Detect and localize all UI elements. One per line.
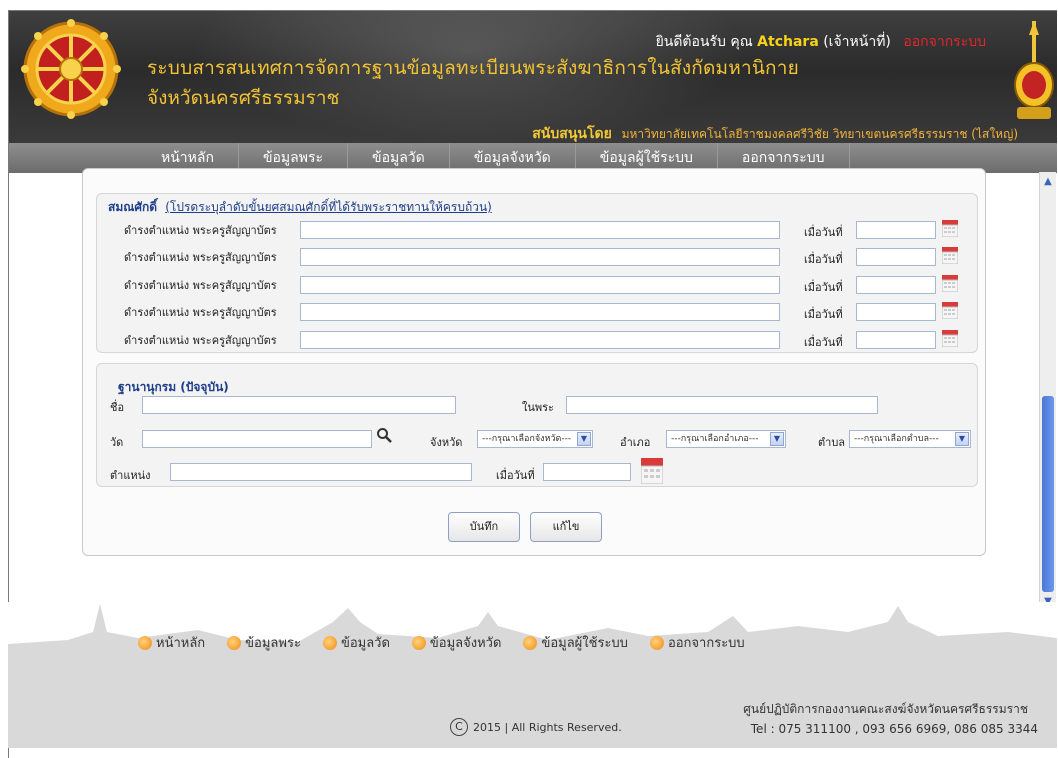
position-date-label: เมื่อวันที่ (496, 469, 535, 482)
contact-tel: Tel : 075 311100 , 093 656 6969, 086 085… (750, 722, 1038, 736)
rank-date-input[interactable] (856, 221, 936, 239)
footer-link-label: หน้าหลัก (156, 636, 206, 651)
calendar-icon[interactable] (942, 330, 958, 347)
subdistrict-select[interactable]: ---กรุณาเลือกตำบล--- ▼ (849, 430, 971, 448)
district-select[interactable]: ---กรุณาเลือกอำเภอ--- ▼ (666, 430, 786, 448)
district-select-value: ---กรุณาเลือกอำเภอ--- (671, 434, 759, 444)
calendar-icon[interactable] (942, 220, 958, 237)
position-date-input[interactable] (543, 463, 631, 481)
scroll-thumb[interactable] (1042, 396, 1054, 592)
username: Atchara (757, 34, 819, 50)
save-button[interactable]: บันทึก (448, 512, 520, 542)
support-org: มหาวิทยาลัยเทคโนโลยีราชมงคลศรีวิชัย วิทย… (621, 127, 1018, 141)
support-credit: สนับสนุนโดย มหาวิทยาลัยเทคโนโลยีราชมงคลศ… (532, 123, 1018, 143)
calendar-icon[interactable] (942, 275, 958, 292)
user-role: (เจ้าหน้าที่) (823, 34, 891, 50)
dharma-wheel-icon (21, 19, 121, 119)
calendar-icon[interactable] (942, 247, 958, 264)
rank-section-note[interactable]: (โปรดระบุลำดับขั้นยศสมณศักดิ์ที่ได้รับพร… (165, 200, 492, 214)
rank-date-label: เมื่อวันที่ (804, 253, 843, 266)
in-input[interactable] (566, 396, 878, 414)
rank-input[interactable] (300, 248, 780, 266)
honorary-section-title: ฐานานุกรม (ปัจจุบัน) (118, 380, 229, 394)
name-input[interactable] (142, 396, 456, 414)
name-label: ชื่อ (110, 401, 125, 414)
orange-bullet-icon (138, 635, 152, 650)
rank-label: ดำรงตำแหน่ง พระครูสัญญาบัตร (124, 224, 277, 237)
site-title-line2: จังหวัดนครศรีธรรมราช (147, 87, 340, 109)
copyright-text: 2015 | All Rights Reserved. (473, 720, 622, 734)
calendar-icon[interactable] (942, 302, 958, 319)
copyright: C 2015 | All Rights Reserved. (450, 718, 622, 736)
rank-input[interactable] (300, 276, 780, 294)
rank-date-label: เมื่อวันที่ (804, 336, 843, 349)
rank-input[interactable] (300, 303, 780, 321)
footer-link-label: ข้อมูลจังหวัด (429, 636, 502, 651)
copyright-icon: C (450, 718, 468, 736)
orange-bullet-icon (411, 635, 426, 650)
site-header: ระบบสารสนเทศการจัดการฐานข้อมูลทะเบียนพระ… (9, 11, 1057, 143)
chevron-down-icon: ▼ (577, 432, 591, 446)
support-label: สนับสนุนโดย (532, 126, 612, 142)
province-select[interactable]: ---กรุณาเลือกจังหวัด--- ▼ (477, 430, 593, 448)
rank-input[interactable] (300, 331, 780, 349)
province-label: จังหวัด (430, 436, 463, 449)
welcome-message: ยินดีต้อนรับ คุณ Atchara (เจ้าหน้าที่) อ… (656, 31, 986, 53)
header-logout-link[interactable]: ออกจากระบบ (903, 34, 986, 50)
rank-date-input[interactable] (856, 303, 936, 321)
footer-link-temples[interactable]: ข้อมูลวัด (322, 632, 390, 653)
rank-date-label: เมื่อวันที่ (804, 281, 843, 294)
district-label: อำเภอ (620, 436, 651, 449)
position-label: ตำแหน่ง (110, 469, 151, 482)
subdistrict-label: ตำบล (818, 436, 846, 449)
footer-link-monks[interactable]: ข้อมูลพระ (227, 632, 301, 653)
rank-label: ดำรงตำแหน่ง พระครูสัญญาบัตร (124, 251, 277, 264)
chevron-down-icon: ▼ (770, 432, 784, 446)
in-label: ในพระ (522, 401, 554, 414)
footer-nav: หน้าหลัก ข้อมูลพระ ข้อมูลวัด ข้อมูลจังหว… (138, 632, 767, 653)
orange-bullet-icon (523, 635, 538, 650)
footer-link-label: ข้อมูลผู้ใช้ระบบ (541, 636, 628, 651)
subdistrict-select-value: ---กรุณาเลือกตำบล--- (854, 434, 939, 444)
university-crest-icon (1014, 21, 1054, 119)
temple-input[interactable] (142, 430, 372, 448)
calendar-icon[interactable] (641, 458, 663, 484)
rank-date-input[interactable] (856, 248, 936, 266)
vertical-scrollbar[interactable]: ▲ ▼ (1039, 172, 1056, 612)
rank-label: ดำรงตำแหน่ง พระครูสัญญาบัตร (124, 334, 277, 347)
rank-section-heading: สมณศักดิ์ (108, 200, 158, 214)
rank-date-input[interactable] (856, 276, 936, 294)
rank-date-label: เมื่อวันที่ (804, 308, 843, 321)
rank-label: ดำรงตำแหน่ง พระครูสัญญาบัตร (124, 306, 277, 319)
footer-link-users[interactable]: ข้อมูลผู้ใช้ระบบ (523, 632, 628, 653)
contact-org: ศูนย์ปฏิบัติการกองงานคณะสงฆ์จังหวัดนครศร… (743, 702, 1028, 716)
footer-link-label: ข้อมูลพระ (245, 636, 301, 651)
footer-link-label: ออกจากระบบ (667, 636, 745, 651)
rank-label: ดำรงตำแหน่ง พระครูสัญญาบัตร (124, 279, 277, 292)
rank-date-label: เมื่อวันที่ (804, 226, 843, 239)
chevron-down-icon: ▼ (955, 432, 969, 446)
province-select-value: ---กรุณาเลือกจังหวัด--- (482, 434, 572, 444)
footer-link-label: ข้อมูลวัด (340, 636, 390, 651)
temple-label: วัด (110, 436, 124, 449)
orange-bullet-icon (227, 635, 242, 650)
rank-fieldset (96, 193, 978, 353)
footer-link-home[interactable]: หน้าหลัก (138, 632, 205, 653)
footer-link-province[interactable]: ข้อมูลจังหวัด (411, 632, 502, 653)
position-input[interactable] (170, 463, 472, 481)
orange-bullet-icon (649, 635, 664, 650)
site-title-line1: ระบบสารสนเทศการจัดการฐานข้อมูลทะเบียนพระ… (147, 57, 799, 79)
rank-section-title: สมณศักดิ์ (โปรดระบุลำดับขั้นยศสมณศักดิ์ท… (108, 198, 492, 217)
orange-bullet-icon (322, 635, 337, 650)
edit-button[interactable]: แก้ไข (530, 512, 602, 542)
scroll-up-icon[interactable]: ▲ (1040, 174, 1056, 190)
rank-input[interactable] (300, 221, 780, 239)
welcome-prefix: ยินดีต้อนรับ คุณ (655, 34, 753, 50)
rank-date-input[interactable] (856, 331, 936, 349)
footer-link-logout[interactable]: ออกจากระบบ (649, 632, 745, 653)
search-icon[interactable] (376, 427, 392, 443)
